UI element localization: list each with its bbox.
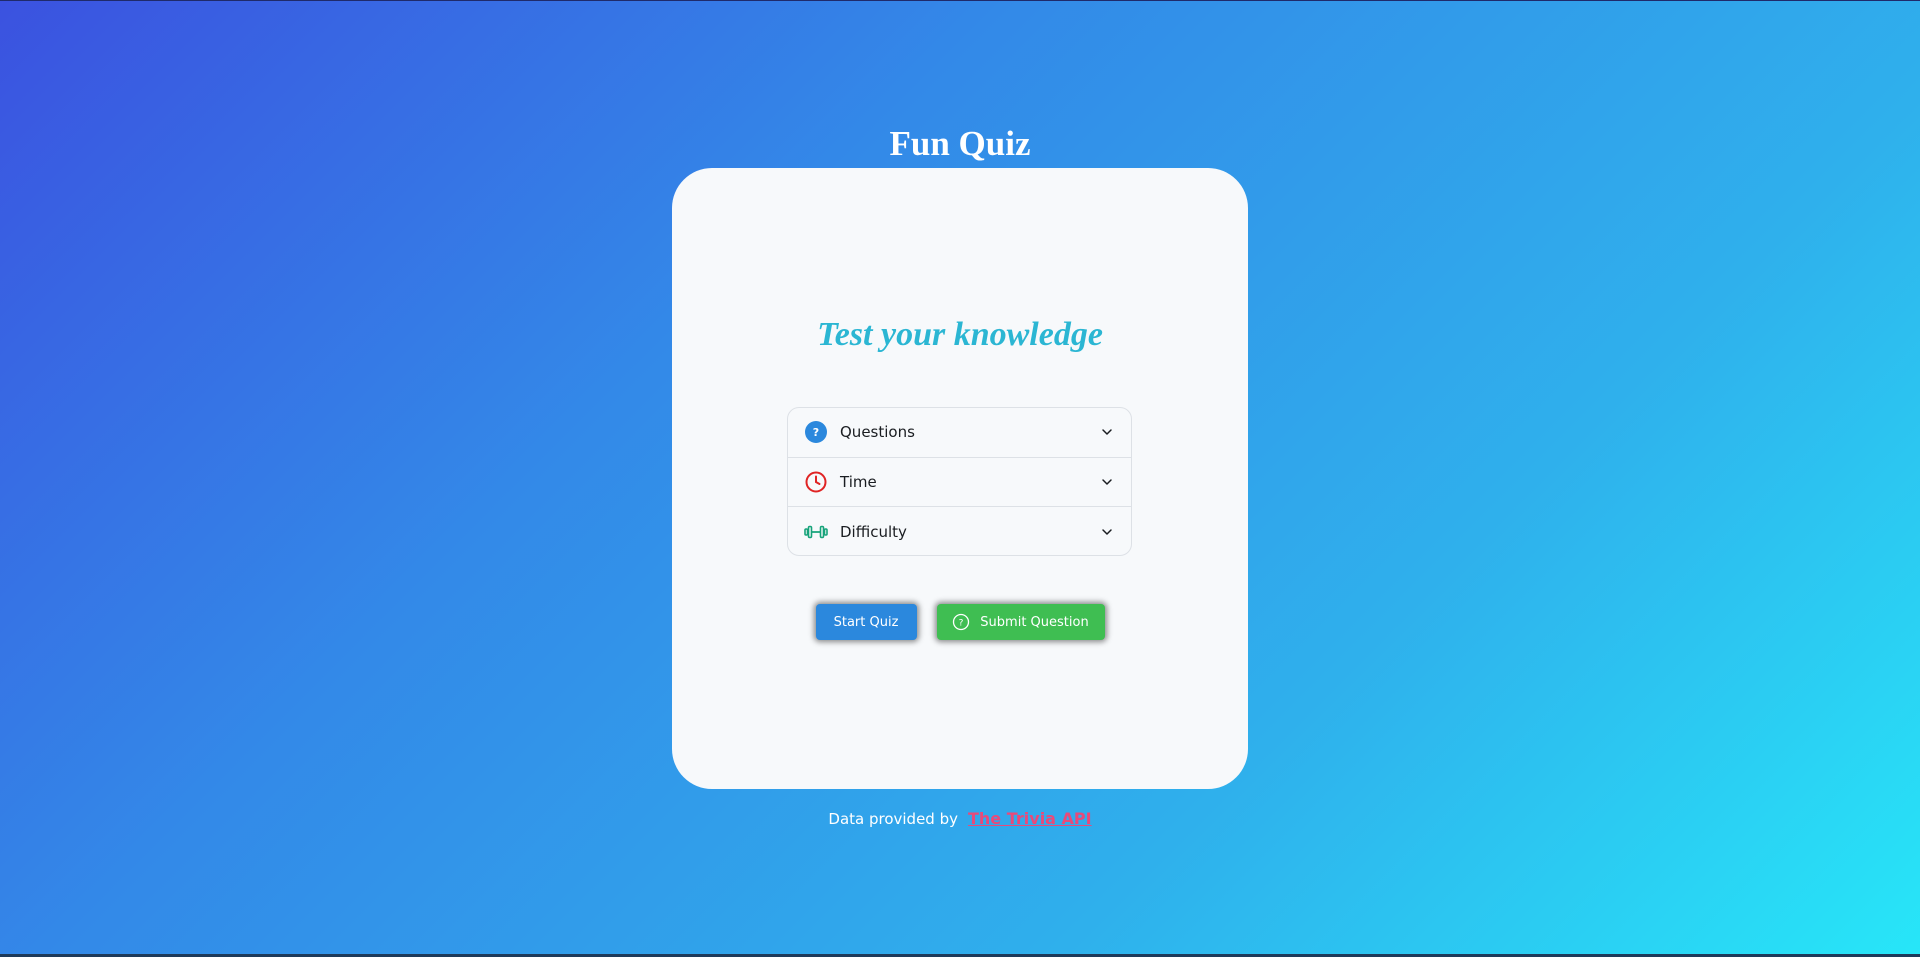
chevron-down-icon xyxy=(1100,425,1114,439)
card-subtitle: Test your knowledge xyxy=(817,316,1103,353)
start-quiz-button[interactable]: Start Quiz xyxy=(815,604,917,640)
chevron-down-icon xyxy=(1100,525,1114,539)
clock-icon xyxy=(804,470,828,494)
question-circle-icon: ? xyxy=(804,420,828,444)
accordion-label-difficulty: Difficulty xyxy=(840,522,907,541)
accordion-item-time[interactable]: Time xyxy=(788,458,1131,508)
accordion-item-difficulty[interactable]: Difficulty xyxy=(788,507,1131,555)
question-circle-outline-icon: ? xyxy=(952,613,970,631)
quiz-card: Test your knowledge ? Questions Time Dif… xyxy=(672,168,1248,789)
submit-question-label: Submit Question xyxy=(980,614,1089,630)
quiz-options-accordion: ? Questions Time Difficulty xyxy=(787,407,1132,556)
svg-text:?: ? xyxy=(813,426,819,439)
accordion-label-time: Time xyxy=(840,472,877,491)
trivia-api-link[interactable]: The Trivia API xyxy=(968,809,1092,828)
accordion-item-questions[interactable]: ? Questions xyxy=(788,408,1131,458)
svg-text:?: ? xyxy=(959,619,964,629)
footer: Data provided by The Trivia API xyxy=(0,809,1920,828)
accordion-label-questions: Questions xyxy=(840,423,915,442)
footer-credit-text: Data provided by xyxy=(828,809,958,828)
chevron-down-icon xyxy=(1100,475,1114,489)
window-top-border xyxy=(0,0,1920,1)
action-buttons: Start Quiz ? Submit Question xyxy=(672,604,1248,640)
dumbbell-icon xyxy=(804,520,828,544)
submit-question-button[interactable]: ? Submit Question xyxy=(936,604,1105,640)
page-title: Fun Quiz xyxy=(889,124,1031,163)
